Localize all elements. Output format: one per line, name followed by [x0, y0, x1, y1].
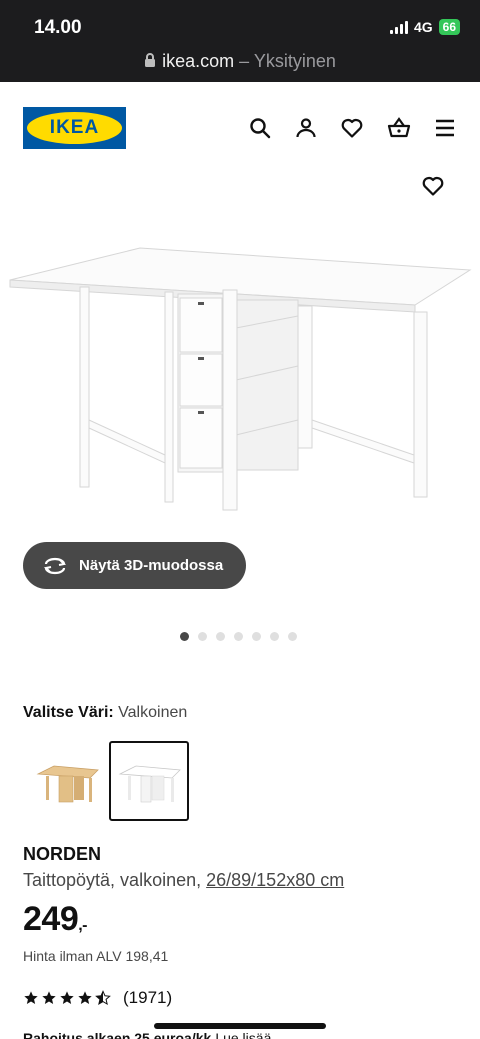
rating-stars	[23, 990, 111, 1006]
carousel-dot[interactable]	[288, 632, 297, 641]
battery-icon: 66	[438, 19, 460, 35]
selected-color: Valkoinen	[118, 704, 188, 721]
rotate-3d-icon	[43, 557, 67, 574]
color-option-birch[interactable]	[27, 741, 107, 821]
url-separator: –	[239, 51, 250, 71]
site-header: IKEA	[0, 82, 480, 174]
status-time: 14.00	[34, 17, 82, 38]
white-table-thumbnail	[118, 765, 181, 803]
url-domain: ikea.com	[162, 51, 235, 71]
signal-icon	[389, 20, 408, 34]
financing-text: Rahoitus alkaen 25 euroa/kk	[23, 1030, 212, 1039]
star-icon	[78, 991, 92, 1004]
product-image[interactable]	[0, 230, 480, 520]
browser-top-bar: 14.00 4G 66 ikea.com – Yksityinen	[0, 0, 480, 82]
basket-icon[interactable]	[387, 116, 411, 140]
carousel-dot[interactable]	[216, 632, 225, 641]
product-dimensions-link[interactable]: 26/89/152x80 cm	[206, 870, 344, 890]
carousel-dot[interactable]	[180, 632, 189, 641]
logo-text: IKEA	[27, 112, 122, 144]
financing-read-more-link[interactable]: Lue lisää	[215, 1030, 271, 1039]
color-picker-label: Valitse Väri: Valkoinen	[23, 704, 187, 722]
rating-count: (1971)	[123, 988, 173, 1007]
image-carousel-indicator[interactable]	[180, 632, 297, 641]
private-mode-label: Yksityinen	[253, 51, 336, 71]
birch-table-thumbnail	[36, 765, 99, 803]
add-to-favourites-icon[interactable]	[421, 174, 445, 198]
star-icon	[24, 991, 38, 1004]
home-indicator	[154, 1023, 326, 1029]
product-price: 249,-	[23, 900, 88, 939]
color-option-white[interactable]	[109, 741, 189, 821]
user-icon[interactable]	[294, 116, 318, 140]
star-icon	[42, 991, 56, 1004]
product-type: Taittopöytä, valkoinen,	[23, 870, 207, 890]
search-icon[interactable]	[248, 116, 272, 140]
view-3d-button[interactable]: Näytä 3D-muodossa	[23, 542, 246, 589]
financing-info: Rahoitus alkaen 25 euroa/kk Lue lisää	[23, 1030, 271, 1039]
address-bar[interactable]: ikea.com – Yksityinen	[0, 51, 480, 72]
price-suffix: ,-	[78, 917, 88, 934]
ikea-logo[interactable]: IKEA	[23, 107, 126, 149]
star-icon	[60, 991, 74, 1004]
half-star-icon	[95, 990, 111, 1006]
view-3d-label: Näytä 3D-muodossa	[79, 557, 224, 574]
carousel-dot[interactable]	[252, 632, 261, 641]
product-name: NORDEN	[23, 844, 102, 864]
heart-icon[interactable]	[340, 116, 364, 140]
carousel-dot[interactable]	[270, 632, 279, 641]
carousel-dot[interactable]	[234, 632, 243, 641]
product-rating[interactable]: (1971)	[23, 988, 172, 1008]
lock-icon	[145, 53, 156, 67]
carousel-dot[interactable]	[198, 632, 207, 641]
color-label-title: Valitse Väri:	[23, 704, 114, 721]
price-excluding-vat: Hinta ilman ALV 198,41	[23, 948, 169, 964]
network-type: 4G	[413, 19, 433, 35]
status-icons: 4G 66	[389, 19, 460, 35]
product-description: Taittopöytä, valkoinen, 26/89/152x80 cm	[23, 870, 344, 891]
price-value: 249	[23, 900, 79, 938]
menu-icon[interactable]	[433, 116, 457, 140]
